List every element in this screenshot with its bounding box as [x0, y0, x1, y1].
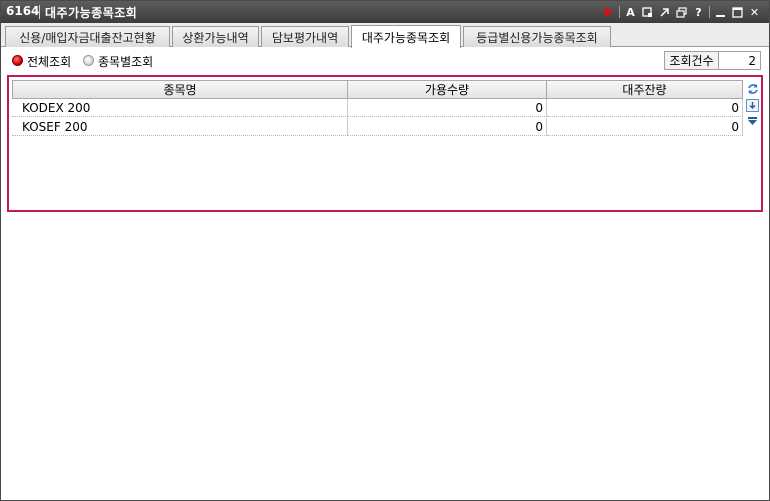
toolbar-divider	[709, 6, 710, 18]
radio-by-item[interactable]	[83, 55, 94, 66]
tab-bar: 신용/매입자금대출잔고현황 상환가능내역 담보평가내역 대주가능종목조회 등급별…	[1, 23, 769, 48]
play-icon[interactable]	[600, 3, 617, 21]
table-row-balance[interactable]: 0	[547, 118, 743, 136]
title-divider	[39, 5, 40, 19]
screen-code: 6164	[6, 4, 40, 18]
table-row-available[interactable]: 0	[348, 99, 547, 117]
popout-icon[interactable]	[656, 3, 673, 21]
maximize-icon[interactable]	[729, 3, 746, 21]
column-header-name[interactable]: 종목명	[12, 80, 348, 99]
radio-by-item-label[interactable]: 종목별조회	[98, 53, 153, 70]
copy-icon[interactable]	[639, 3, 656, 21]
tab-credit-loan-balance[interactable]: 신용/매입자금대출잔고현황	[5, 26, 170, 47]
radio-all[interactable]	[12, 55, 23, 66]
window-controls: A ? ✕	[600, 3, 763, 21]
column-header-balance[interactable]: 대주잔량	[546, 80, 743, 99]
tab-lendable-stocks[interactable]: 대주가능종목조회	[351, 25, 461, 48]
refresh-icon[interactable]	[746, 82, 759, 95]
table-row-balance[interactable]: 0	[547, 99, 743, 117]
toolbar-divider	[619, 6, 620, 18]
column-header-available[interactable]: 가용수량	[347, 80, 547, 99]
scroll-down-icon[interactable]	[746, 115, 759, 128]
table-row-name[interactable]: KOSEF 200	[12, 118, 348, 136]
minimize-icon[interactable]	[712, 3, 729, 21]
font-icon[interactable]: A	[622, 3, 639, 21]
stock-grid-frame: 종목명 가용수량 대주잔량 KODEX 200 0 0 KOSEF 200 0 …	[7, 75, 763, 212]
help-icon[interactable]: ?	[690, 3, 707, 21]
tab-repayment-available[interactable]: 상환가능내역	[172, 26, 259, 47]
title-bar[interactable]: 6164 대주가능종목조회 A ? ✕	[1, 1, 769, 23]
count-label: 조회건수	[664, 51, 719, 70]
close-icon[interactable]: ✕	[746, 3, 763, 21]
cascade-icon[interactable]	[673, 3, 690, 21]
query-options: 전체조회 종목별조회 조회건수 2	[1, 48, 769, 74]
tab-grade-credit-stocks[interactable]: 등급별신용가능종목조회	[463, 26, 611, 47]
main-window: 6164 대주가능종목조회 A ? ✕ 신용/매입자금대출잔고현황 상환가능내역…	[0, 0, 770, 501]
window-title: 대주가능종목조회	[45, 6, 138, 20]
tab-collateral-valuation[interactable]: 담보평가내역	[261, 26, 349, 47]
radio-all-label[interactable]: 전체조회	[27, 53, 71, 70]
table-row-name[interactable]: KODEX 200	[12, 99, 348, 117]
table-row-available[interactable]: 0	[348, 118, 547, 136]
count-value: 2	[718, 51, 761, 70]
export-icon[interactable]	[746, 99, 759, 112]
